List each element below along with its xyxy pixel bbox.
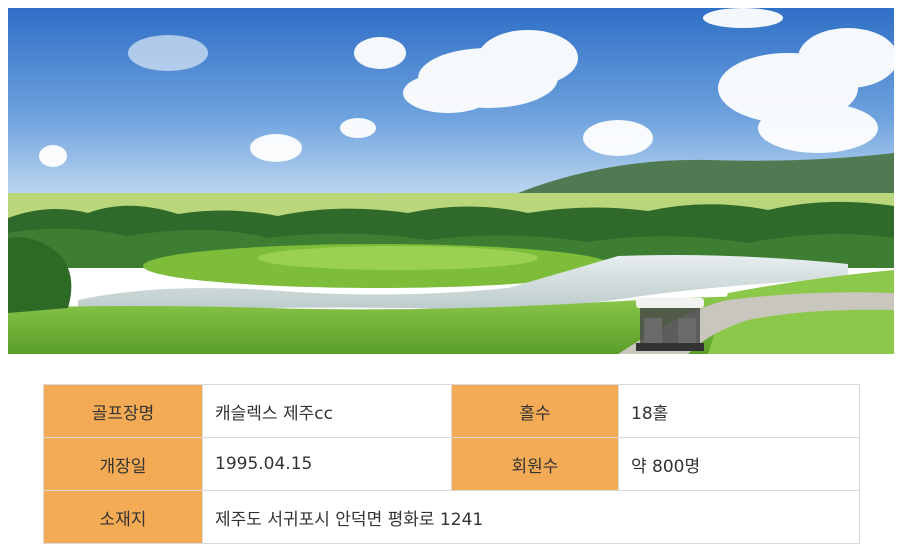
opening-date-label: 개장일 [43,437,203,491]
table-row: 소재지 제주도 서귀포시 안덕면 평화로 1241 [43,490,860,544]
location-value: 제주도 서귀포시 안덕면 평화로 1241 [202,490,860,544]
golf-course-banner-image [8,8,894,354]
location-label: 소재지 [43,490,203,544]
course-name-label: 골프장명 [43,384,203,438]
table-row: 골프장명 캐슬렉스 제주cc 홀수 18홀 [43,384,860,438]
golf-course-info-table: 골프장명 캐슬렉스 제주cc 홀수 18홀 개장일 1995.04.15 회원수… [43,384,860,544]
course-name-value: 캐슬렉스 제주cc [202,384,452,438]
holes-label: 홀수 [451,384,619,438]
opening-date-value: 1995.04.15 [202,437,452,491]
members-value: 약 800명 [618,437,860,491]
members-label: 회원수 [451,437,619,491]
table-row: 개장일 1995.04.15 회원수 약 800명 [43,437,860,491]
holes-value: 18홀 [618,384,860,438]
